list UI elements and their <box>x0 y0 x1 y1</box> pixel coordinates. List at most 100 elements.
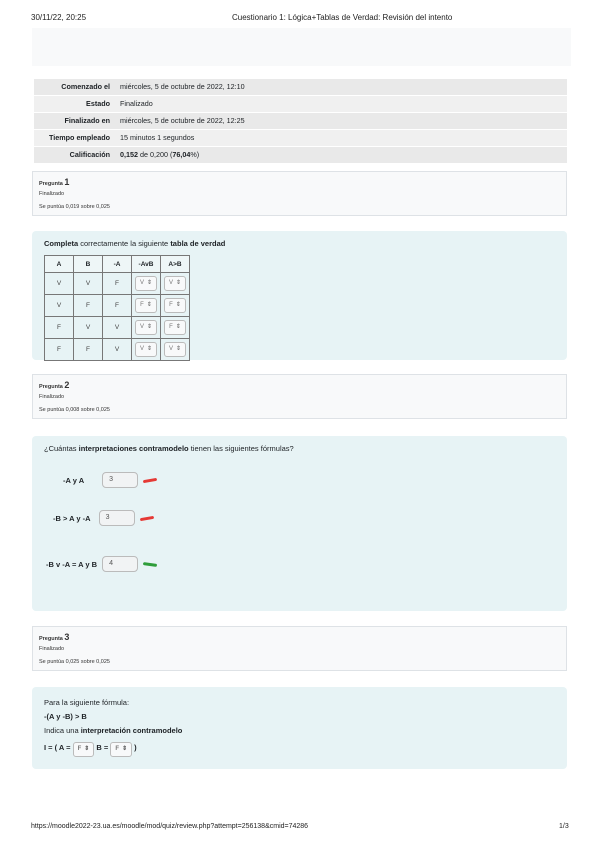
truth-cell: V <box>73 272 103 295</box>
question-label: Pregunta <box>39 181 63 187</box>
truth-header-cell: B <box>73 255 103 273</box>
summary-row: Estado Finalizado <box>34 95 567 113</box>
truth-header-cell: A <box>44 255 74 273</box>
question-2-prompt: ¿Cuántas interpretaciones contramodelo t… <box>44 444 294 453</box>
truth-table-row: F F V V ⇕ V ⇕ <box>44 338 190 361</box>
summary-label: Estado <box>34 95 114 113</box>
truth-select-cell: F ⇕ <box>131 294 161 317</box>
question-3-prompt: Para la siguiente fórmula: <box>44 698 130 707</box>
truth-table-row: F V V V ⇕ F ⇕ <box>44 316 190 339</box>
truth-select-cell: V ⇕ <box>160 272 190 295</box>
question-label: Pregunta <box>39 384 63 390</box>
answer-input[interactable]: 3 <box>102 472 139 488</box>
grade-score: 0,152 <box>120 150 138 159</box>
select-arrows-icon: ⇕ <box>146 346 153 352</box>
question-grade: Se puntúa 0,025 sobre 0,025 <box>39 659 110 665</box>
truth-select[interactable]: F ⇕ <box>135 298 157 313</box>
incorrect-mark-icon <box>142 477 158 483</box>
truth-table: A B -A -AvB A>B V V F V ⇕ V ⇕ V F F F ⇕ F ⇕ … <box>44 255 190 361</box>
select-arrows-icon: ⇕ <box>122 746 128 752</box>
formula-label: -B v -A = A y B <box>46 559 98 569</box>
grade-percent: 76,04 <box>172 150 191 159</box>
question-label: Pregunta <box>39 636 63 642</box>
truth-select[interactable]: V ⇕ <box>163 342 187 357</box>
question-state: Finalizado <box>39 394 65 400</box>
print-footer-url: https://moodle2022-23.ua.es/moodle/mod/q… <box>31 823 309 830</box>
top-banner <box>32 28 571 66</box>
truth-table-header: A B -A -AvB A>B <box>44 255 190 273</box>
q2-item-3: -B v -A = A y B 4 <box>46 556 158 572</box>
correct-mark-icon <box>142 561 158 567</box>
select-arrows-icon: ⇕ <box>146 302 152 308</box>
select-arrows-icon: ⇕ <box>146 280 153 286</box>
truth-select[interactable]: V ⇕ <box>163 276 187 291</box>
question-index: 2 <box>64 380 70 390</box>
question-3-info: Pregunta 3 Finalizado Se puntúa 0,025 so… <box>32 626 567 671</box>
truth-cell: F <box>44 316 74 339</box>
truth-select-cell: V ⇕ <box>131 272 161 295</box>
q2-item-1: -A y A 3 <box>63 472 158 488</box>
summary-row: Calificación 0,152 de 0,200 (76,04%) <box>34 146 567 163</box>
question-number: Pregunta 2 <box>39 380 560 390</box>
summary-value: 15 minutos 1 segundos <box>114 129 567 147</box>
answer-input[interactable]: 3 <box>98 510 135 526</box>
truth-header-cell: -AvB <box>131 255 161 273</box>
truth-select[interactable]: V ⇕ <box>134 320 158 335</box>
question-number: Pregunta 3 <box>39 632 560 642</box>
truth-select-cell: V ⇕ <box>160 338 190 361</box>
truth-cell: F <box>73 338 103 361</box>
select-arrows-icon: ⇕ <box>175 280 182 286</box>
question-3-formula: -(A y -B) > B <box>44 712 87 721</box>
truth-select[interactable]: V ⇕ <box>134 276 158 291</box>
truth-select-cell: F ⇕ <box>160 294 190 317</box>
truth-cell: F <box>102 272 132 295</box>
truth-cell: F <box>73 294 103 317</box>
question-index: 3 <box>64 632 70 642</box>
truth-select[interactable]: F ⇕ <box>164 320 186 335</box>
truth-table-row: V F F F ⇕ F ⇕ <box>44 294 190 317</box>
grade-close: %) <box>190 150 200 159</box>
truth-select[interactable]: F ⇕ <box>164 298 186 313</box>
summary-label: Finalizado en <box>34 112 114 130</box>
truth-select-cell: V ⇕ <box>131 338 161 361</box>
select-arrows-icon: ⇕ <box>175 324 181 330</box>
truth-select[interactable]: V ⇕ <box>134 342 158 357</box>
truth-cell: V <box>102 338 132 361</box>
question-1-content: Completa correctamente la siguiente tabl… <box>32 231 567 361</box>
truth-cell: V <box>44 294 74 317</box>
summary-label: Calificación <box>34 146 114 163</box>
select-arrows-icon: ⇕ <box>175 302 181 308</box>
select-arrows-icon: ⇕ <box>84 746 90 752</box>
truth-cell: F <box>102 294 132 317</box>
formula-label: -B > A y -A <box>53 513 91 523</box>
select-arrows-icon: ⇕ <box>175 346 182 352</box>
b-value-select[interactable]: F ⇕ <box>110 742 133 757</box>
summary-row: Finalizado en miércoles, 5 de octubre de… <box>34 112 567 130</box>
answer-input[interactable]: 4 <box>102 556 139 572</box>
question-3-instruction: Indica una interpretación contramodelo <box>44 726 183 735</box>
interpretation-line: I = ( A = F ⇕ B = F ⇕ ) <box>44 741 555 757</box>
truth-cell: V <box>102 316 132 339</box>
formula-label: -A y A <box>63 475 85 485</box>
question-3-content: Para la siguiente fórmula: -(A y -B) > B… <box>32 687 567 769</box>
a-value-select[interactable]: F ⇕ <box>72 742 95 757</box>
question-state: Finalizado <box>39 646 65 652</box>
grade-max: de 0,200 ( <box>138 150 173 159</box>
summary-label: Tiempo empleado <box>34 129 114 147</box>
question-1-info: Pregunta 1 Finalizado Se puntúa 0,019 so… <box>32 171 567 216</box>
truth-table-row: V V F V ⇕ V ⇕ <box>44 272 190 295</box>
question-grade: Se puntúa 0,019 sobre 0,025 <box>39 204 110 210</box>
truth-cell: V <box>73 316 103 339</box>
summary-value: miércoles, 5 de octubre de 2022, 12:10 <box>114 79 567 96</box>
truth-cell: V <box>44 272 74 295</box>
truth-cell: F <box>44 338 74 361</box>
question-2-info: Pregunta 2 Finalizado Se puntúa 0,008 so… <box>32 374 567 419</box>
truth-header-cell: -A <box>102 255 132 273</box>
grade-value: 0,152 de 0,200 (76,04%) <box>114 146 567 163</box>
summary-row: Tiempo empleado 15 minutos 1 segundos <box>34 129 567 147</box>
summary-value: miércoles, 5 de octubre de 2022, 12:25 <box>114 112 567 130</box>
truth-select-cell: F ⇕ <box>160 316 190 339</box>
q2-item-2: -B > A y -A 3 <box>53 510 154 526</box>
print-page-number: 1/3 <box>559 823 569 830</box>
summary-label: Comenzado el <box>34 79 114 96</box>
